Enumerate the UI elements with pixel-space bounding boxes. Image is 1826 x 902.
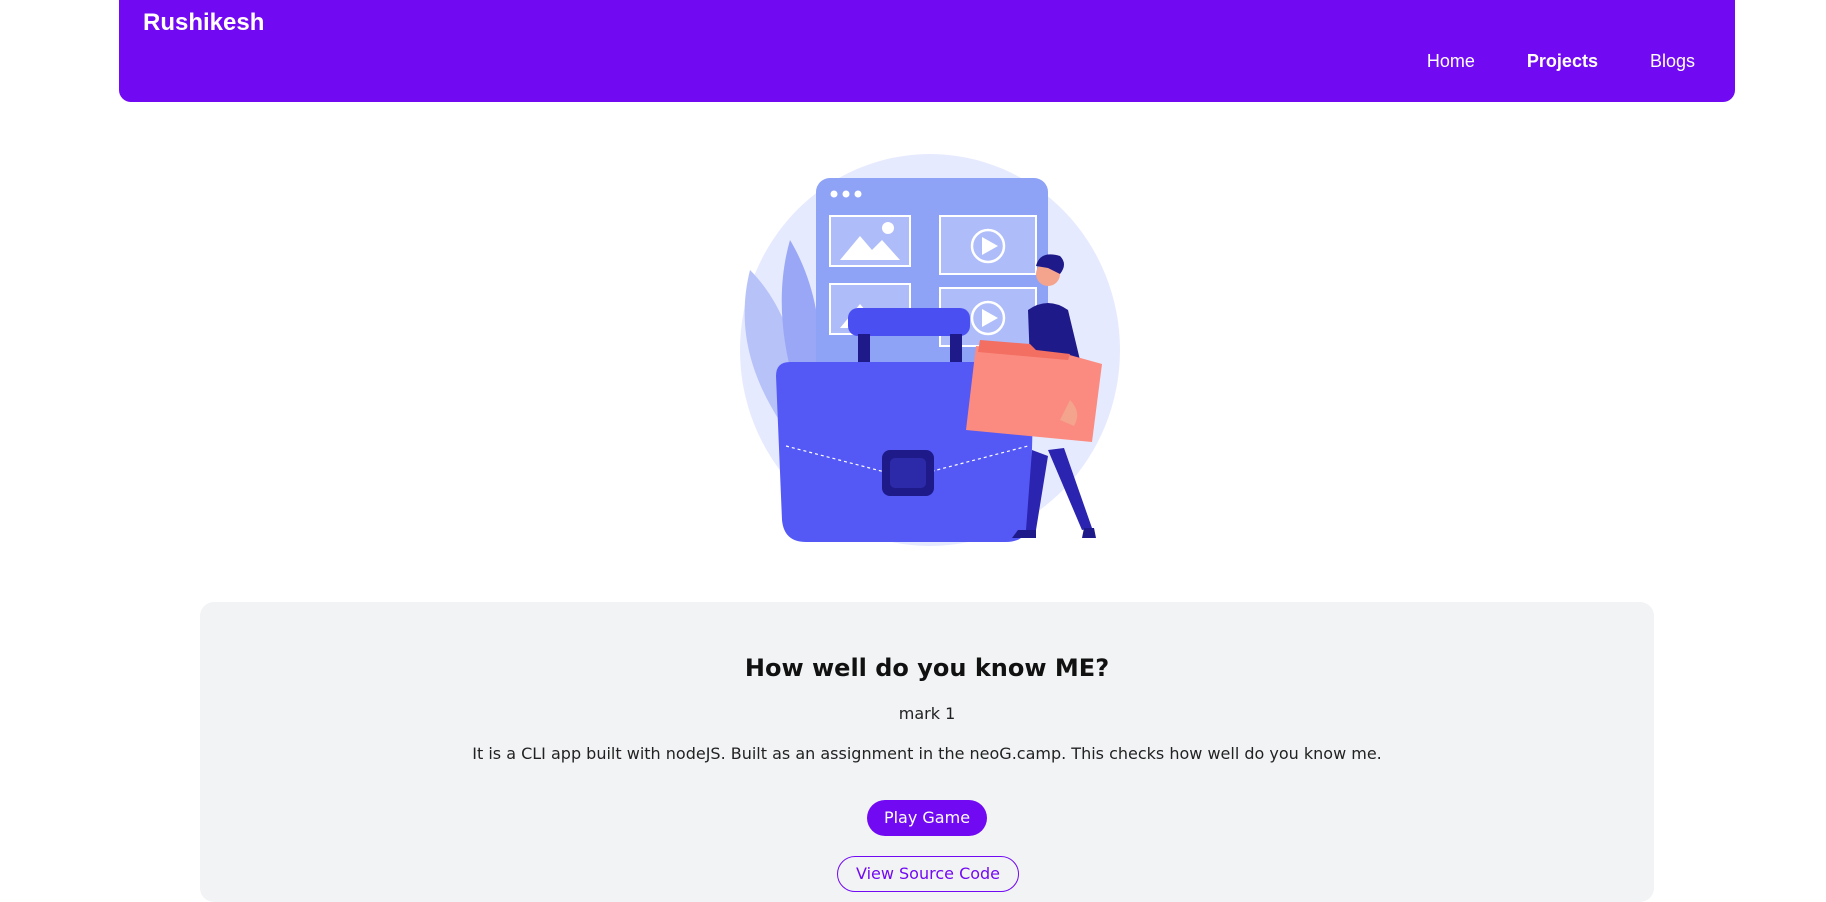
nav-link-blogs[interactable]: Blogs (1650, 50, 1695, 72)
nav-link-home[interactable]: Home (1427, 50, 1475, 72)
brand-logo[interactable]: Rushikesh (143, 9, 264, 37)
nav-link-projects[interactable]: Projects (1527, 50, 1598, 72)
project-card: How well do you know ME? mark 1 It is a … (200, 602, 1654, 902)
nav-links: Home Projects Blogs (1427, 50, 1695, 72)
play-game-button[interactable]: Play Game (867, 800, 987, 836)
project-description: It is a CLI app built with nodeJS. Built… (472, 744, 1382, 763)
project-title: How well do you know ME? (744, 654, 1110, 682)
folder-icon (966, 346, 1102, 442)
view-source-code-button[interactable]: View Source Code (837, 856, 1019, 892)
hero-illustration (730, 150, 1130, 550)
navbar: Rushikesh Home Projects Blogs (119, 0, 1735, 102)
project-subtitle: mark 1 (898, 704, 956, 723)
